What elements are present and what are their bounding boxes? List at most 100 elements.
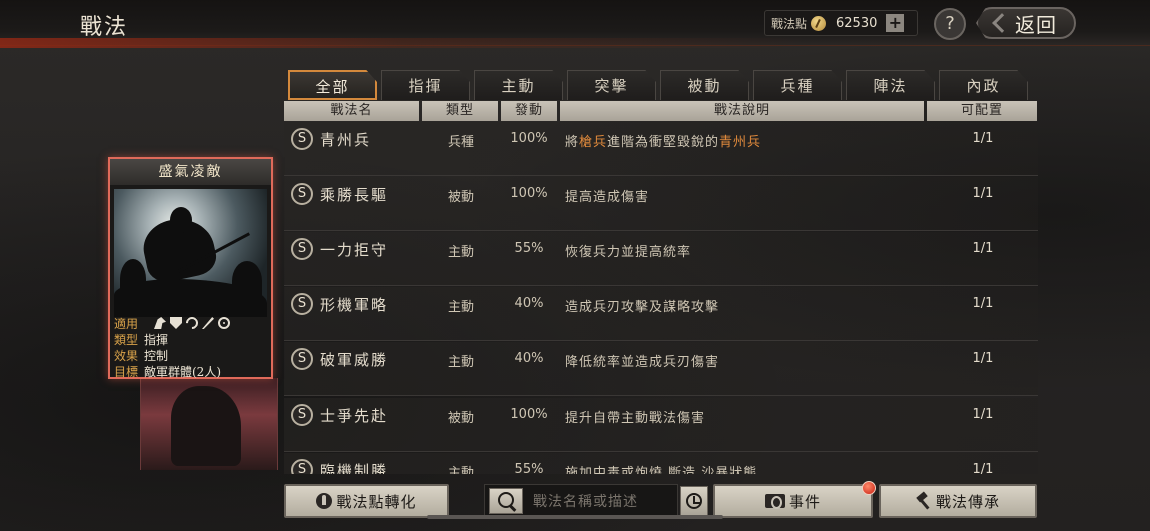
card-target-row: 目標 敵軍群體(2人) <box>114 363 271 379</box>
tactic-card-art <box>114 189 267 317</box>
card-effect-key: 效果 <box>114 348 139 363</box>
tactic-rate: 55% <box>514 462 544 474</box>
horse-icon <box>154 317 166 329</box>
tactic-points-label: 戰法點 <box>771 16 808 31</box>
page-title: 戰法 <box>80 15 129 40</box>
tactic-configurable: 1/1 <box>972 186 994 201</box>
bow-icon <box>183 314 201 332</box>
tactic-rate: 100% <box>510 131 548 146</box>
tactic-description: 施加中毒或炮燒 斷造 沙暴狀態 <box>565 462 757 474</box>
description-highlight: 青州兵 <box>719 135 762 150</box>
grade-badge: S <box>291 293 313 315</box>
tactic-name: 形機軍略 <box>320 296 389 314</box>
column-header-type[interactable]: 類型 <box>422 101 498 121</box>
tactics-table: S 青州兵 兵種 100% 將槍兵進階為衝堅毀銳的青州兵 1/1 S 乘勝長驅被動 100% 提高… <box>284 122 1038 474</box>
tactic-rate: 40% <box>514 296 544 311</box>
tactic-type: 主動 <box>447 245 474 260</box>
card-stack-back <box>140 378 278 470</box>
category-tabs: 全部 指揮 主動 突擊 被動 兵種 陣法 內政 <box>288 70 1032 100</box>
tactic-name: 破軍威勝 <box>320 351 389 369</box>
art-rider-silhouette <box>170 207 192 233</box>
card-effect-value: 控制 <box>144 348 169 363</box>
description-text: 提升自帶主動戰法傷害 <box>565 411 706 426</box>
tactic-type: 主動 <box>447 466 474 474</box>
wheel-icon <box>218 317 230 329</box>
search-icon[interactable] <box>489 488 523 514</box>
card-type-row: 類型 指揮 <box>114 331 271 347</box>
tactic-rate: 55% <box>514 241 544 256</box>
search-field[interactable]: 戰法名稱或描述 <box>484 484 678 518</box>
scroll-indicator[interactable] <box>427 515 723 519</box>
add-points-button[interactable]: + <box>886 14 905 32</box>
tactic-inherit-label: 戰法傳承 <box>935 492 1000 511</box>
grade-badge: S <box>291 348 313 370</box>
table-row[interactable]: S 臨機制勝 主動 55% 施加中毒或炮燒 斷造 沙暴狀態 1/1 <box>284 453 1038 474</box>
back-button[interactable]: 返回 <box>976 7 1076 39</box>
table-row[interactable]: S 形機軍略 主動 40% 造成兵刃攻擊及謀略攻擊 1/1 <box>284 287 1038 341</box>
top-bar-glow <box>0 38 1150 48</box>
tactic-configurable: 1/1 <box>972 351 994 366</box>
table-row[interactable]: S 一力拒守 主動 55% 恢復兵力並提高統率 1/1 <box>284 232 1038 286</box>
tactic-description: 恢復兵力並提高統率 <box>565 241 691 260</box>
tactic-type: 兵種 <box>447 135 474 150</box>
grade-badge: S <box>291 459 313 474</box>
card-apply-row: 適用 <box>114 314 271 332</box>
hammer-icon <box>916 493 932 509</box>
help-button[interactable]: ? <box>934 8 966 40</box>
card-target-key: 目標 <box>114 364 139 379</box>
card-apply-key: 適用 <box>114 316 139 331</box>
table-header: 戰法名 類型 發動 戰法說明 可配置 <box>284 101 1037 121</box>
tab-active[interactable]: 主動 <box>474 70 563 100</box>
tab-formation[interactable]: 陣法 <box>846 70 935 100</box>
tactic-name: 一力拒守 <box>320 241 389 259</box>
convert-icon <box>316 493 333 509</box>
tab-internal-affairs[interactable]: 內政 <box>939 70 1028 100</box>
history-clock-button[interactable] <box>680 486 708 516</box>
column-header-name[interactable]: 戰法名 <box>284 101 419 121</box>
tactic-card[interactable]: 盛氣凌敵 適用 類型 指揮 效果 控制 目標 敵軍群體(2人) <box>108 157 273 379</box>
tactic-rate: 100% <box>510 407 548 422</box>
table-row[interactable]: S 乘勝長驅 被動 100% 提高造成傷害 1/1 <box>284 177 1038 231</box>
tactic-points-display: 戰法點 62530 + <box>764 10 918 36</box>
tab-assault[interactable]: 突擊 <box>567 70 656 100</box>
card-back-figure <box>171 386 241 466</box>
table-row[interactable]: S 破軍威勝 主動 40% 降低統率並造成兵刃傷害 1/1 <box>284 342 1038 396</box>
tactic-name: 乘勝長驅 <box>320 186 389 204</box>
convert-points-label: 戰法點轉化 <box>336 492 417 511</box>
description-highlight: 槍兵 <box>579 135 608 150</box>
tactic-description: 降低統率並造成兵刃傷害 <box>565 351 719 370</box>
tactic-name: 青州兵 <box>320 131 372 149</box>
column-header-rate[interactable]: 發動 <box>501 101 557 121</box>
tactic-configurable: 1/1 <box>972 296 994 311</box>
column-header-description: 戰法說明 <box>560 101 924 121</box>
tactic-card-title: 盛氣凌敵 <box>110 159 271 185</box>
tactic-description: 提高造成傷害 <box>565 186 649 205</box>
tab-all[interactable]: 全部 <box>288 70 377 100</box>
grade-badge: S <box>291 128 313 150</box>
coin-icon <box>811 15 827 31</box>
event-icon <box>764 494 785 509</box>
spear-icon <box>202 317 214 329</box>
description-text: 恢復兵力並提高統率 <box>565 245 692 260</box>
back-button-label: 返回 <box>1015 12 1057 37</box>
tactic-rate: 40% <box>514 351 544 366</box>
column-header-configurable[interactable]: 可配置 <box>927 101 1037 121</box>
art-soldier-silhouette <box>232 261 262 301</box>
tactic-type: 主動 <box>447 300 474 315</box>
tactic-description: 將槍兵進階為衝堅毀銳的青州兵 <box>565 131 761 150</box>
table-row[interactable]: S 青州兵 兵種 100% 將槍兵進階為衝堅毀銳的青州兵 1/1 <box>284 122 1038 176</box>
card-effect-row: 效果 控制 <box>114 347 271 363</box>
convert-points-button[interactable]: 戰法點轉化 <box>284 484 449 518</box>
tactic-card-info: 適用 類型 指揮 效果 控制 目標 敵軍群體(2人) <box>114 314 271 379</box>
tactic-inherit-button[interactable]: 戰法傳承 <box>879 484 1037 518</box>
description-text: 降低統率並造成兵刃傷害 <box>565 355 720 370</box>
description-text: 施加中毒或炮燒 斷造 沙暴狀態 <box>565 466 758 474</box>
table-row[interactable]: S 士爭先赴 被動 100% 提升自帶主動戰法傷害 1/1 <box>284 398 1038 452</box>
tab-passive[interactable]: 被動 <box>660 70 749 100</box>
tactic-type: 被動 <box>447 411 474 426</box>
events-button[interactable]: 事件 <box>713 484 873 518</box>
tactic-configurable: 1/1 <box>972 407 994 422</box>
tab-command[interactable]: 指揮 <box>381 70 470 100</box>
tab-troop-type[interactable]: 兵種 <box>753 70 842 100</box>
tactic-name: 臨機制勝 <box>320 462 389 474</box>
